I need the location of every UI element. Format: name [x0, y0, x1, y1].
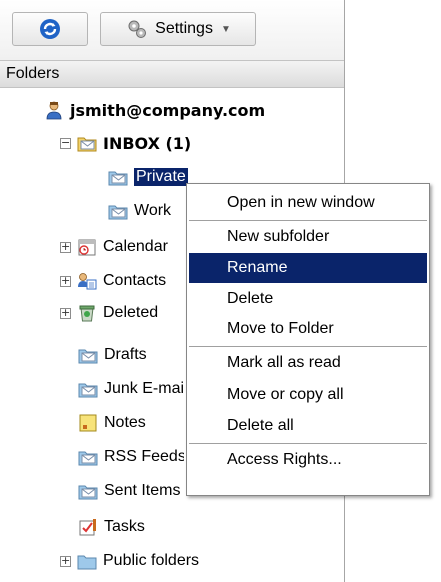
menu-separator	[189, 220, 427, 221]
junk-label: Junk E-mail	[104, 380, 184, 397]
collapse-icon[interactable]: −	[60, 137, 71, 149]
calendar-label: Calendar	[103, 238, 168, 255]
tree-item-public[interactable]: + Public folders	[60, 548, 199, 574]
tree-item-notes[interactable]: Notes	[78, 410, 146, 436]
context-menu: Open in new window New subfolder Rename …	[186, 183, 430, 496]
gear-icon	[128, 20, 147, 38]
tasks-icon	[79, 519, 96, 536]
expand-icon[interactable]: +	[60, 307, 71, 319]
settings-label: Settings	[155, 20, 213, 37]
tasks-label: Tasks	[104, 518, 145, 535]
tree-item-rss[interactable]: RSS Feeds	[78, 444, 184, 470]
folders-header: Folders	[0, 60, 344, 88]
mail-folder-icon	[108, 171, 128, 186]
refresh-icon	[40, 19, 60, 39]
contacts-label: Contacts	[103, 272, 167, 289]
menu-item-move-to-folder[interactable]: Move to Folder	[189, 314, 427, 344]
mail-folder-icon	[108, 205, 128, 220]
expand-icon[interactable]: +	[60, 241, 71, 253]
menu-item-delete-all[interactable]: Delete all	[189, 411, 427, 441]
tree-item-deleted[interactable]: + Deleted	[60, 300, 158, 326]
tree-item-junk[interactable]: Junk E-mail	[78, 376, 184, 402]
tree-item-private[interactable]: Private	[108, 164, 188, 190]
folder-icon	[77, 555, 97, 570]
tree-item-inbox[interactable]: − INBOX (1)	[60, 130, 191, 156]
inbox-label: INBOX (1)	[103, 133, 192, 153]
tree-item-drafts[interactable]: Drafts	[78, 342, 147, 368]
menu-separator	[189, 346, 427, 347]
mail-folder-icon	[77, 137, 97, 152]
sent-label: Sent Items	[104, 482, 181, 499]
chevron-down-icon: ▼	[220, 23, 231, 35]
tree-item-tasks[interactable]: Tasks	[78, 514, 145, 540]
notes-label: Notes	[104, 414, 146, 431]
expand-icon[interactable]: +	[60, 275, 71, 287]
menu-item-mark-all-read[interactable]: Mark all as read	[189, 348, 427, 378]
expand-icon[interactable]: +	[60, 555, 71, 567]
menu-item-rename[interactable]: Rename	[189, 253, 427, 283]
tree-item-sent[interactable]: Sent Items	[78, 478, 180, 504]
contacts-icon	[78, 273, 97, 290]
menu-separator	[189, 443, 427, 444]
tree-item-contacts[interactable]: + Contacts	[60, 268, 166, 294]
notes-icon	[79, 414, 97, 432]
mail-folder-icon	[78, 451, 98, 466]
deleted-label: Deleted	[103, 304, 159, 321]
menu-item-move-copy-all[interactable]: Move or copy all	[189, 380, 427, 410]
settings-button[interactable]: Settings ▼	[100, 12, 256, 46]
account-label: jsmith@company.com	[70, 100, 266, 120]
account-node[interactable]: jsmith@company.com	[44, 97, 265, 123]
calendar-icon	[78, 239, 96, 256]
refresh-button[interactable]	[12, 12, 88, 46]
menu-item-access-rights[interactable]: Access Rights...	[189, 445, 427, 475]
menu-item-delete[interactable]: Delete	[189, 284, 427, 314]
drafts-label: Drafts	[104, 346, 147, 363]
tree-item-work[interactable]: Work	[108, 198, 171, 224]
mail-folder-icon	[78, 383, 98, 398]
menu-item-new-subfolder[interactable]: New subfolder	[189, 222, 427, 252]
mail-folder-icon	[78, 349, 98, 364]
mail-folder-icon	[78, 485, 98, 500]
public-label: Public folders	[103, 552, 200, 569]
tree-item-calendar[interactable]: + Calendar	[60, 234, 168, 260]
private-label: Private	[134, 168, 188, 186]
rss-label: RSS Feeds	[104, 448, 184, 465]
trash-icon	[79, 305, 95, 322]
menu-item-open-new-window[interactable]: Open in new window	[189, 188, 427, 218]
user-icon	[46, 101, 62, 120]
work-label: Work	[134, 202, 172, 219]
toolbar: Settings ▼	[0, 0, 344, 60]
